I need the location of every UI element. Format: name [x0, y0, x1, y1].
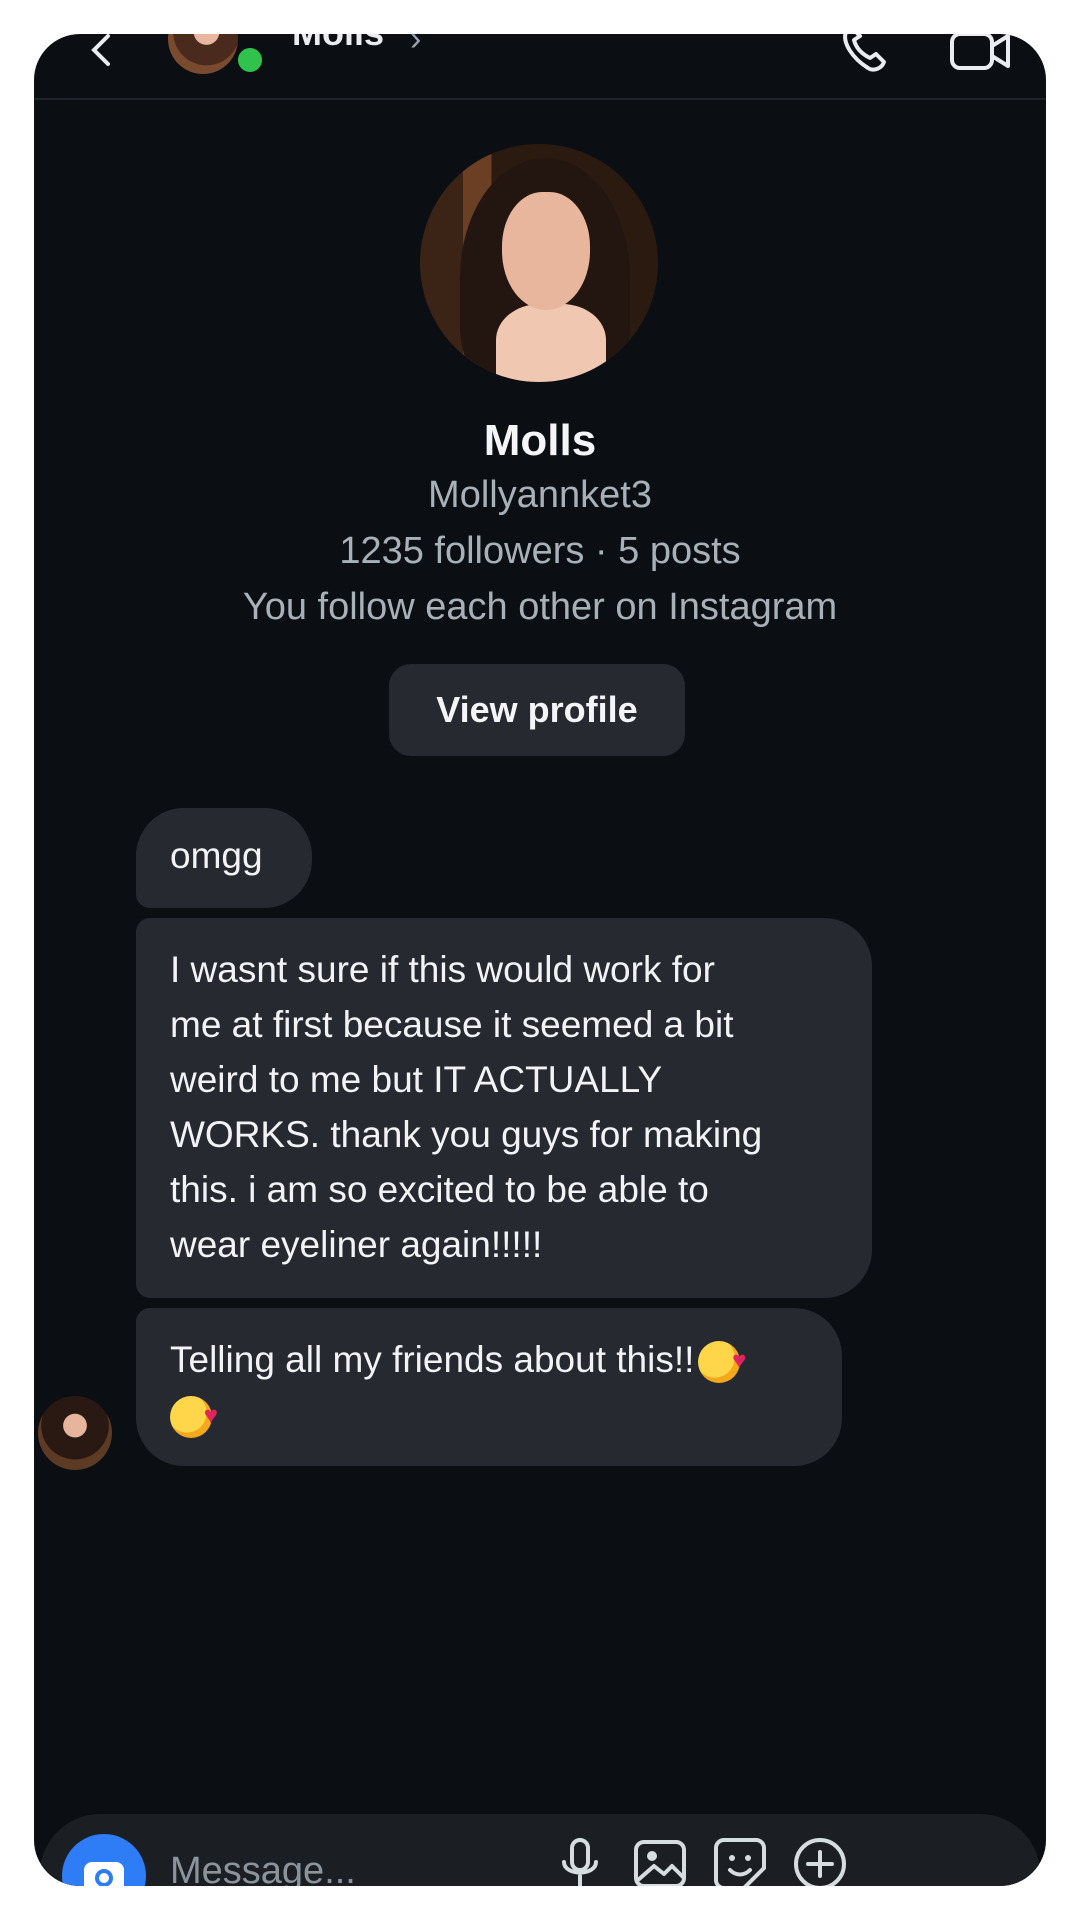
message-line: WORKS. thank you guys for making: [170, 1114, 763, 1155]
message-text: omgg: [170, 835, 263, 876]
video-call-icon[interactable]: [948, 34, 1012, 76]
microphone-icon[interactable]: [548, 1832, 612, 1886]
chat-header: Molls ›: [34, 34, 1046, 100]
follow-relationship: You follow each other on Instagram: [242, 586, 838, 628]
profile-stats: 1235 followers · 5 posts: [339, 530, 741, 572]
message-bubble[interactable]: Telling all my friends about this!!: [136, 1308, 842, 1466]
sticker-icon[interactable]: [708, 1832, 772, 1886]
message-line: this. i am so excited to be able to: [170, 1169, 709, 1210]
smiling-face-with-hearts-icon: [698, 1333, 746, 1388]
message-composer: [40, 1814, 1040, 1886]
profile-username: Mollyannket3: [428, 474, 652, 516]
add-icon[interactable]: [788, 1832, 852, 1886]
message-bubble[interactable]: omgg: [136, 808, 312, 908]
profile-avatar[interactable]: [420, 144, 658, 382]
view-profile-button[interactable]: View profile: [389, 664, 685, 756]
profile-name: Molls: [483, 416, 597, 465]
call-icon[interactable]: [838, 34, 890, 74]
message-bubble[interactable]: I wasnt sure if this would work for me a…: [136, 918, 872, 1298]
message-line: I wasnt sure if this would work for: [170, 949, 715, 990]
camera-button[interactable]: [62, 1834, 146, 1886]
chat-screen: Molls › Molls Mollyannket3 1235 follower…: [34, 34, 1046, 1886]
message-text: Telling all my friends about this!!: [170, 1339, 695, 1380]
chevron-right-icon: ›: [410, 34, 422, 58]
header-name[interactable]: Molls: [292, 34, 384, 54]
camera-icon: [84, 1862, 124, 1886]
message-line: me at first because it seemed a bit: [170, 1004, 734, 1045]
message-line: wear eyeliner again!!!!!: [170, 1224, 543, 1265]
header-avatar[interactable]: [168, 34, 238, 74]
smiling-face-with-hearts-icon: [170, 1388, 218, 1443]
sender-avatar[interactable]: [38, 1396, 112, 1470]
message-line: weird to me but IT ACTUALLY: [170, 1059, 663, 1100]
message-input[interactable]: [168, 1842, 542, 1886]
back-icon[interactable]: [82, 34, 122, 72]
online-status-dot: [234, 44, 266, 76]
gallery-icon[interactable]: [628, 1832, 692, 1886]
